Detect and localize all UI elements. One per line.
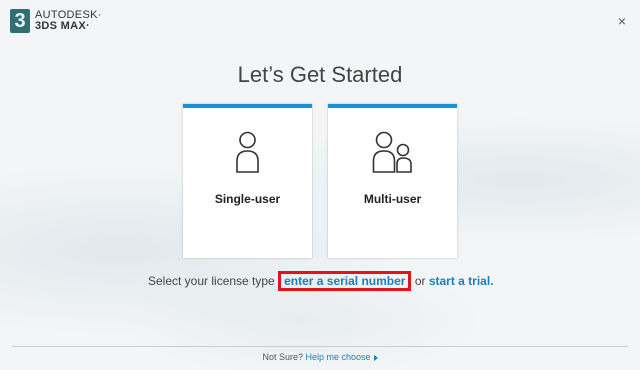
- license-type-prompt: Select your license type enter a serial …: [148, 271, 494, 291]
- not-sure-text: Not Sure?: [262, 352, 303, 362]
- license-prefix-text: Select your license type: [148, 274, 275, 288]
- multi-user-card[interactable]: Multi-user: [328, 104, 457, 258]
- single-user-icon: [236, 131, 259, 173]
- play-arrow-icon[interactable]: [373, 354, 378, 361]
- footer-divider: [12, 346, 628, 347]
- background-swoosh: [0, 0, 640, 370]
- brand-product: 3DS MAX·: [35, 20, 90, 32]
- page-title: Let’s Get Started: [237, 62, 403, 87]
- multi-user-icon: [372, 131, 412, 173]
- serial-link-highlight: enter a serial number: [278, 271, 412, 291]
- multi-user-label: Multi-user: [363, 192, 422, 206]
- or-text: or: [414, 274, 426, 288]
- single-user-label: Single-user: [214, 192, 281, 206]
- footer: Not Sure? Help me choose: [0, 352, 640, 362]
- help-me-choose-link[interactable]: Help me choose: [306, 352, 371, 362]
- start-trial-link[interactable]: start a trial: [429, 274, 490, 288]
- enter-serial-number-link[interactable]: enter a serial number: [284, 274, 405, 288]
- brand-text: AUTODESK· 3DS MAX·: [35, 10, 102, 32]
- trial-period: .: [490, 274, 494, 288]
- app-logo: 3 AUTODESK· 3DS MAX·: [10, 9, 102, 33]
- single-user-card[interactable]: Single-user: [183, 104, 312, 258]
- 3ds-max-logo-mark: 3: [10, 9, 30, 33]
- close-button[interactable]: ×: [618, 14, 626, 28]
